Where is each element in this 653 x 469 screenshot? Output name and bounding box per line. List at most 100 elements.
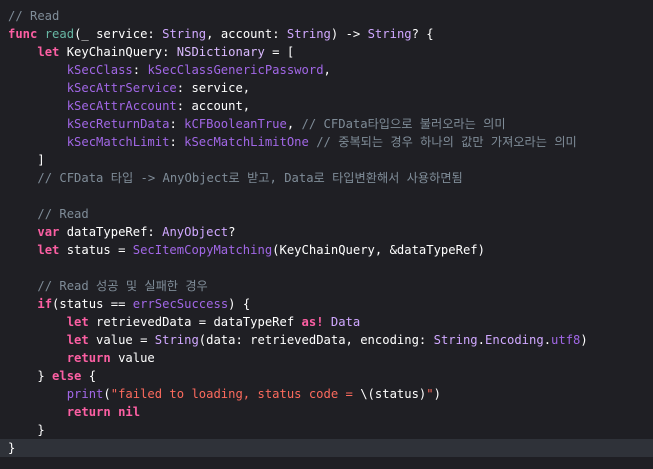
code-line[interactable]: let KeyChainQuery: NSDictionary = [ (8, 43, 294, 61)
code-line[interactable]: let value = String(data: retrievedData, … (8, 331, 588, 349)
code-line[interactable]: ] (8, 151, 45, 169)
code-token: as! (301, 315, 324, 329)
code-token: ? (228, 225, 236, 239)
code-token: "failed to loading, status code = (110, 387, 361, 401)
code-token: utf8 (551, 333, 581, 347)
code-token: errSecSuccess (132, 297, 229, 311)
code-token: else (52, 369, 82, 383)
code-token: . (543, 333, 552, 347)
code-line[interactable]: return value (8, 349, 155, 367)
code-token: } (8, 441, 16, 455)
code-token: ) (433, 387, 441, 401)
code-token: // CFData타입으로 불러오라는 의미 (301, 117, 506, 131)
code-token: String (433, 333, 478, 347)
code-token: kSecMatchLimit (66, 135, 170, 149)
code-token: dataTypeRef: (59, 225, 163, 239)
code-token: read (44, 27, 75, 41)
code-line[interactable]: func read(_ service: String, account: St… (8, 25, 434, 43)
code-token: ) -> (330, 27, 368, 41)
code-token: ) { (228, 297, 251, 311)
code-line[interactable]: // CFData 타입 -> AnyObject로 받고, Data로 타입변… (8, 169, 463, 187)
code-token: // 중복되는 경우 하나의 값만 가져오라는 의미 (316, 135, 577, 149)
code-line[interactable]: if(status == errSecSuccess) { (8, 295, 250, 313)
code-token: : (169, 135, 185, 149)
code-line[interactable]: // Read (8, 7, 59, 25)
code-token: AnyObject (162, 225, 229, 239)
code-token: Data (330, 315, 361, 329)
code-token: let (37, 243, 60, 257)
code-token: status = (59, 243, 133, 257)
code-token: kCFBooleanTrue (184, 117, 287, 131)
code-token: ? { (411, 27, 434, 41)
code-token: : account, (176, 99, 251, 113)
code-token: // Read (8, 9, 60, 23)
code-line[interactable]: let status = SecItemCopyMatching(KeyChai… (8, 241, 485, 259)
code-token: var (37, 225, 60, 239)
code-line-current[interactable]: } (0, 439, 653, 457)
code-token: ] (8, 153, 45, 167)
code-token: String (154, 333, 199, 347)
code-token: // Read (37, 207, 89, 221)
code-token: Encoding (484, 333, 544, 347)
code-token: : (169, 117, 185, 131)
code-line[interactable]: } (8, 421, 44, 439)
code-token: String (162, 27, 207, 41)
code-token: print (66, 387, 104, 401)
code-line[interactable]: let retrievedData = dataTypeRef as! Data (8, 313, 361, 331)
code-line[interactable]: // Read (8, 205, 89, 223)
code-token: ( (103, 387, 111, 401)
code-editor[interactable]: // Read func read(_ service: String, acco… (0, 0, 653, 469)
code-line[interactable]: kSecReturnData: kCFBooleanTrue, // CFDat… (8, 115, 506, 133)
code-line[interactable]: return nil (8, 403, 140, 421)
code-token: kSecReturnData (66, 117, 170, 131)
code-token: nil (118, 405, 141, 419)
code-token: , (286, 117, 302, 131)
code-token: kSecClass (66, 63, 133, 77)
code-token: String (286, 27, 331, 41)
code-token: \(status) (360, 387, 427, 401)
code-token: // Read 성공 및 실패한 경우 (37, 279, 208, 293)
code-token: " (426, 387, 434, 401)
code-token: (KeyChainQuery, &dataTypeRef) (272, 243, 485, 257)
code-token: kSecAttrAccount (66, 99, 177, 113)
code-token: , (323, 63, 331, 77)
code-token: (_ service: (74, 27, 163, 41)
code-token: } (8, 369, 53, 383)
code-line[interactable]: // Read 성공 및 실패한 경우 (8, 277, 208, 295)
code-token: kSecAttrService (66, 81, 177, 95)
code-line[interactable]: kSecAttrService: service, (8, 79, 250, 97)
code-token: NSDictionary (176, 45, 265, 59)
code-token: KeyChainQuery: (59, 45, 177, 59)
code-line[interactable]: var dataTypeRef: AnyObject? (8, 223, 236, 241)
code-line[interactable]: } else { (8, 367, 96, 385)
code-line[interactable]: kSecMatchLimit: kSecMatchLimitOne // 중복되… (8, 133, 577, 151)
code-token: ) (580, 333, 588, 347)
code-token: (data: retrievedData, encoding: (198, 333, 434, 347)
code-token: : (132, 63, 148, 77)
code-token: = [ (264, 45, 295, 59)
code-line[interactable]: kSecAttrAccount: account, (8, 97, 250, 115)
code-token: value = (88, 333, 155, 347)
code-token: if (37, 297, 53, 311)
code-token: { (81, 369, 97, 383)
code-line[interactable]: print("failed to loading, status code = … (8, 385, 441, 403)
code-line[interactable]: kSecClass: kSecClassGenericPassword, (8, 61, 331, 79)
code-token: // CFData 타입 -> AnyObject로 받고, Data로 타입변… (37, 171, 463, 185)
